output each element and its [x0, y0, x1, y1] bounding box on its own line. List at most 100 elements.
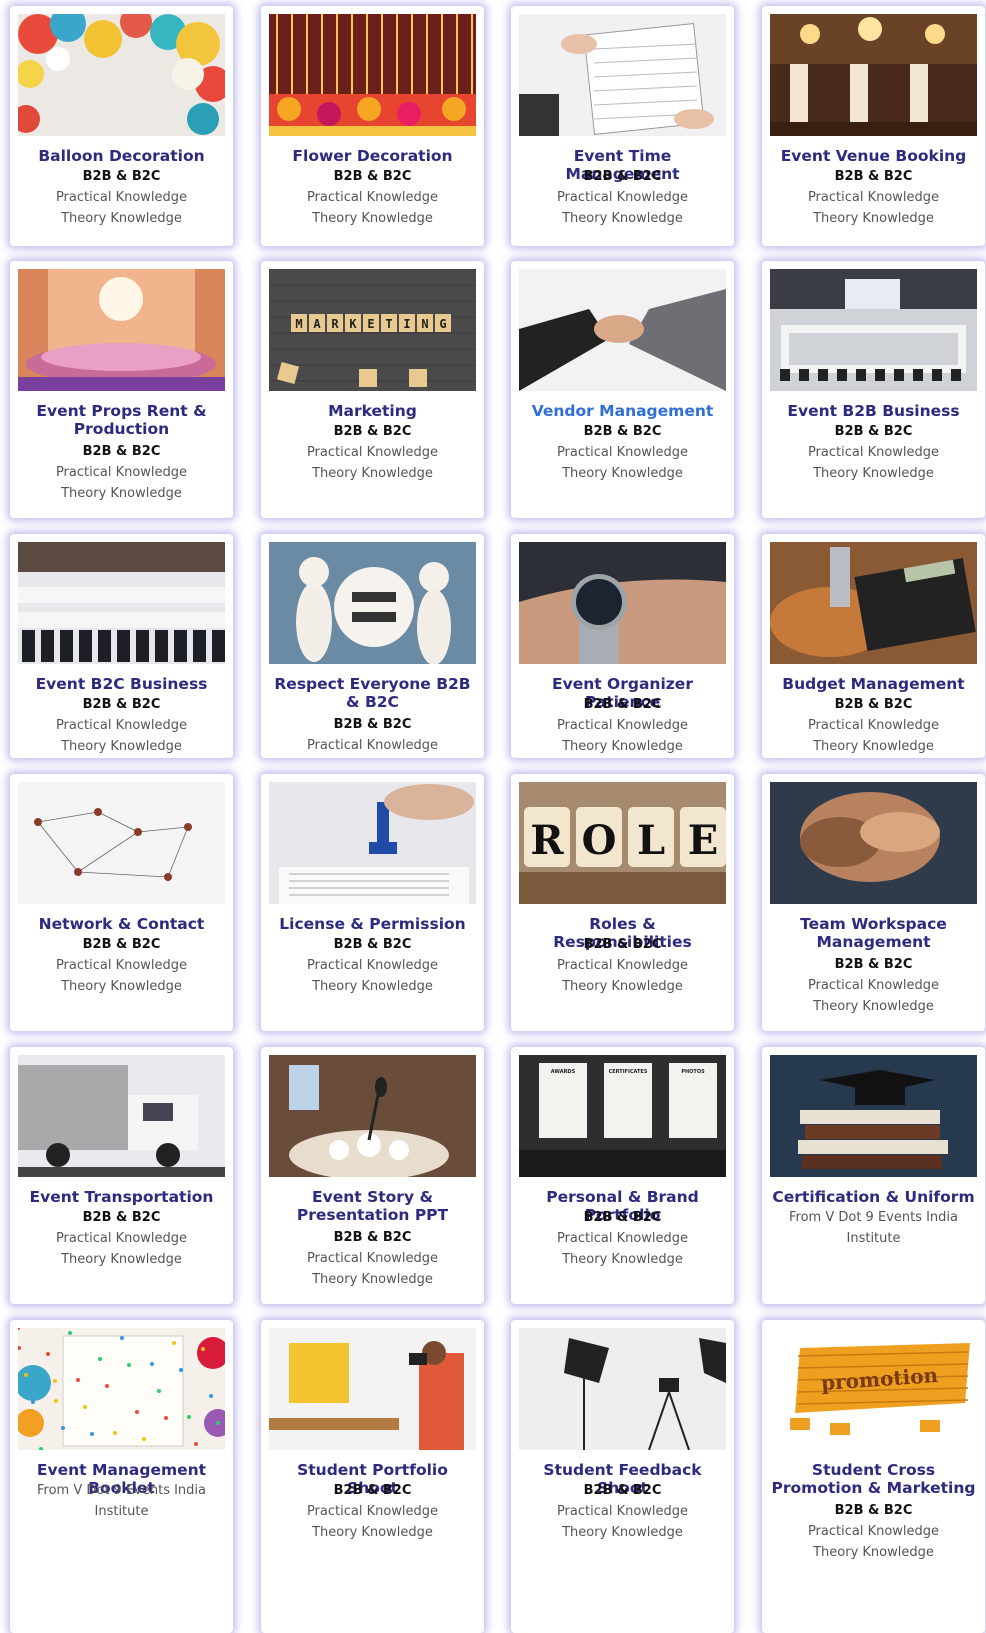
- course-card[interactable]: Budget Management B2B & B2C Practical Know…: [762, 534, 985, 758]
- course-card[interactable]: Event Story & Presentation PPT B2B & B2C P…: [261, 1047, 484, 1304]
- course-title[interactable]: Flower Decoration: [269, 147, 476, 165]
- course-title[interactable]: License & Permission: [269, 915, 476, 933]
- course-detail-line1: Practical Knowledge: [55, 718, 188, 733]
- course-card[interactable]: MARKETING Marketing B2B & B2C Practical Kn…: [261, 261, 484, 518]
- course-details: B2B & B2C Practical Knowledge: [269, 714, 476, 756]
- course-title[interactable]: Respect Everyone B2B & B2C: [269, 675, 476, 711]
- team-hands-image: [770, 782, 977, 904]
- course-detail-line1: From V Dot 9 Events India: [36, 1483, 206, 1498]
- course-card[interactable]: Network & Contact B2B & B2C Practical Know…: [10, 774, 233, 1031]
- course-card[interactable]: Event B2C Business B2B & B2C Practical Kno…: [10, 534, 233, 758]
- course-detail-line1: Practical Knowledge: [556, 1231, 689, 1246]
- course-title[interactable]: Marketing: [269, 402, 476, 420]
- course-title[interactable]: Team Workspace Management: [770, 915, 977, 951]
- course-title[interactable]: Event Props Rent & Production: [18, 402, 225, 438]
- course-detail-line1: Practical Knowledge: [807, 978, 940, 993]
- course-details: B2B & B2C Practical Knowledge Theory Knowl…: [519, 1207, 726, 1270]
- notebook-image: [18, 1328, 225, 1450]
- course-details: B2B & B2C Practical Knowledge Theory Knowl…: [269, 166, 476, 229]
- course-audience: B2B & B2C: [82, 1210, 161, 1225]
- course-title[interactable]: Event B2B Business: [770, 402, 977, 420]
- course-detail-line2: Theory Knowledge: [813, 466, 934, 481]
- svg-text:K: K: [349, 317, 357, 331]
- course-card[interactable]: Event Venue Booking B2B & B2C Practical Kn…: [762, 6, 985, 246]
- course-title[interactable]: Network & Contact: [18, 915, 225, 933]
- course-audience: B2B & B2C: [333, 937, 412, 952]
- marketing-tiles-image: MARKETING: [269, 269, 476, 391]
- course-card[interactable]: Event Props Rent & Production B2B & B2C Pr…: [10, 261, 233, 518]
- course-audience: B2B & B2C: [583, 937, 662, 952]
- course-title[interactable]: Event Story & Presentation PPT: [269, 1188, 476, 1224]
- course-audience: B2B & B2C: [333, 1483, 412, 1498]
- course-audience: B2B & B2C: [82, 444, 161, 459]
- course-audience: B2B & B2C: [834, 697, 913, 712]
- course-detail-line2: Theory Knowledge: [562, 979, 683, 994]
- course-card[interactable]: Event Management Booklet From V Dot 9 Eve…: [10, 1320, 233, 1633]
- course-detail-line1: Practical Knowledge: [55, 190, 188, 205]
- course-title[interactable]: Event Venue Booking: [770, 147, 977, 165]
- course-detail-line1: Practical Knowledge: [55, 465, 188, 480]
- course-detail-line2: Theory Knowledge: [61, 739, 182, 754]
- course-title[interactable]: Vendor Management: [519, 402, 726, 420]
- studio-lights-image: [519, 1328, 726, 1450]
- course-details: B2B & B2C Practical Knowledge Theory Knowl…: [519, 694, 726, 757]
- course-card[interactable]: Event Transportation B2B & B2C Practical K…: [10, 1047, 233, 1304]
- course-card[interactable]: Certification & Uniform From V Dot 9 Even…: [762, 1047, 985, 1304]
- course-details: B2B & B2C Practical Knowledge Theory Knowl…: [269, 1480, 476, 1543]
- svg-text:R: R: [530, 817, 564, 864]
- course-title[interactable]: Budget Management: [770, 675, 977, 693]
- course-detail-line2: Theory Knowledge: [562, 1525, 683, 1540]
- course-title[interactable]: Event Transportation: [18, 1188, 225, 1206]
- course-card[interactable]: Team Workspace Management B2B & B2C Practi…: [762, 774, 985, 1031]
- svg-text:E: E: [688, 817, 719, 864]
- course-card[interactable]: Student Feedback Shoot B2B & B2C Practical…: [511, 1320, 734, 1633]
- course-details: B2B & B2C Practical Knowledge Theory Knowl…: [770, 954, 977, 1017]
- course-detail-line1: Practical Knowledge: [807, 1524, 940, 1539]
- course-card[interactable]: Vendor Management B2B & B2C Practical Know…: [511, 261, 734, 518]
- course-detail-line1: Practical Knowledge: [306, 190, 439, 205]
- course-title[interactable]: Balloon Decoration: [18, 147, 225, 165]
- venue-hall-image: [770, 14, 977, 136]
- course-audience: B2B & B2C: [834, 424, 913, 439]
- balloons-image: [18, 14, 225, 136]
- svg-text:O: O: [582, 817, 617, 864]
- course-card[interactable]: Balloon Decoration B2B & B2C Practical Kno…: [10, 6, 233, 246]
- course-title[interactable]: Student Cross Promotion & Marketing: [770, 1461, 977, 1497]
- course-card[interactable]: Student Portfolio Shoot B2B & B2C Practica…: [261, 1320, 484, 1633]
- flowers-image: [269, 14, 476, 136]
- course-card[interactable]: AWARDS CERTIFICATES PHOTOS Personal & Bran…: [511, 1047, 734, 1304]
- calculator-image: [770, 542, 977, 664]
- course-detail-line1: Practical Knowledge: [556, 190, 689, 205]
- course-detail-line1: Practical Knowledge: [306, 958, 439, 973]
- course-title[interactable]: Certification & Uniform: [770, 1188, 977, 1206]
- course-title[interactable]: Event B2C Business: [18, 675, 225, 693]
- course-details: B2B & B2C Practical Knowledge Theory Knowl…: [269, 421, 476, 484]
- course-detail-line2: Theory Knowledge: [61, 486, 182, 501]
- svg-text:G: G: [439, 317, 446, 331]
- course-details: B2B & B2C Practical Knowledge Theory Knowl…: [519, 1480, 726, 1543]
- course-audience: B2B & B2C: [82, 937, 161, 952]
- course-detail-line2: Theory Knowledge: [312, 1272, 433, 1287]
- svg-text:E: E: [367, 317, 374, 331]
- course-details: B2B & B2C Practical Knowledge Theory Knowl…: [18, 1207, 225, 1270]
- course-card[interactable]: Event B2B Business B2B & B2C Practical Kno…: [762, 261, 985, 518]
- course-card[interactable]: ROLE Roles & Responsibilities B2B & B2C Pr…: [511, 774, 734, 1031]
- truck-image: [18, 1055, 225, 1177]
- conference-image: [770, 269, 977, 391]
- course-card[interactable]: Flower Decoration B2B & B2C Practical Know…: [261, 6, 484, 246]
- svg-text:I: I: [403, 317, 410, 331]
- course-card[interactable]: Event Time Management B2B & B2C Practical …: [511, 6, 734, 246]
- course-card[interactable]: License & Permission B2B & B2C Practical K…: [261, 774, 484, 1031]
- microphone-image: [269, 1055, 476, 1177]
- course-audience: B2B & B2C: [583, 424, 662, 439]
- course-card[interactable]: promotion Student Cross Promotion & Mark…: [762, 1320, 985, 1633]
- course-detail-line1: Practical Knowledge: [556, 718, 689, 733]
- course-details: From V Dot 9 Events India Institute: [18, 1480, 225, 1522]
- role-blocks-image: ROLE: [519, 782, 726, 904]
- course-card[interactable]: Event Organizer Patience B2B & B2C Practic…: [511, 534, 734, 758]
- course-card[interactable]: Respect Everyone B2B & B2C B2B & B2C Pract…: [261, 534, 484, 758]
- course-detail-line2: Theory Knowledge: [562, 211, 683, 226]
- course-audience: B2B & B2C: [583, 1210, 662, 1225]
- stage-image: [18, 269, 225, 391]
- course-detail-line1: Practical Knowledge: [807, 445, 940, 460]
